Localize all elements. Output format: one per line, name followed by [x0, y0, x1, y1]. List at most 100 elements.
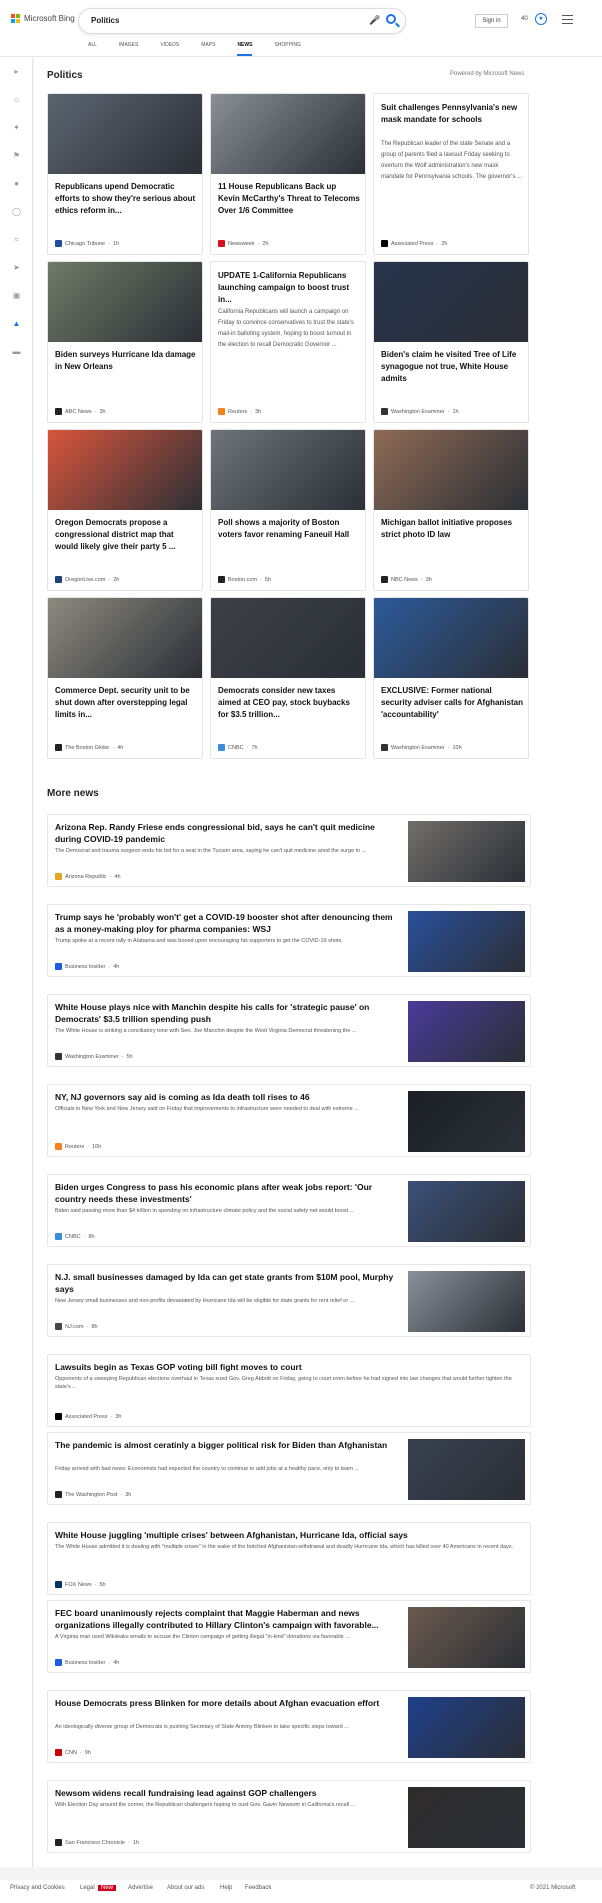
card-title[interactable]: EXCLUSIVE: Former national security advi…: [381, 685, 523, 721]
sparkle-icon[interactable]: ✦: [11, 122, 22, 133]
news-list-item[interactable]: House Democrats press Blinken for more d…: [47, 1690, 531, 1763]
news-list-item[interactable]: Trump says he 'probably won't' get a COV…: [47, 904, 531, 977]
card-title[interactable]: Commerce Dept. security unit to be shut …: [55, 685, 197, 721]
globe-icon[interactable]: ◯: [11, 206, 22, 217]
card-image[interactable]: [48, 94, 202, 174]
item-title[interactable]: Trump says he 'probably won't' get a COV…: [55, 911, 399, 935]
item-title[interactable]: FEC board unanimously rejects complaint …: [55, 1607, 399, 1631]
search-input[interactable]: Politics: [91, 16, 119, 25]
item-thumbnail[interactable]: [408, 1697, 525, 1758]
card-image[interactable]: [374, 430, 528, 510]
item-thumbnail[interactable]: [408, 1607, 525, 1668]
news-list-item[interactable]: Arizona Rep. Randy Friese ends congressi…: [47, 814, 531, 887]
news-list-item[interactable]: White House juggling 'multiple crises' b…: [47, 1522, 531, 1595]
news-list-item[interactable]: Biden urges Congress to pass his economi…: [47, 1174, 531, 1247]
news-card[interactable]: Republicans upend Democratic efforts to …: [47, 93, 203, 255]
tab-videos[interactable]: VIDEOS: [160, 42, 179, 56]
rewards-count[interactable]: 40: [521, 16, 528, 22]
news-card[interactable]: Biden's claim he visited Tree of Life sy…: [373, 261, 529, 423]
expand-arrow-icon[interactable]: ▸: [11, 66, 22, 77]
news-card[interactable]: EXCLUSIVE: Former national security advi…: [373, 597, 529, 759]
news-list-item[interactable]: Lawsuits begin as Texas GOP voting bill …: [47, 1354, 531, 1427]
item-thumbnail[interactable]: [408, 1787, 525, 1848]
item-title[interactable]: Lawsuits begin as Texas GOP voting bill …: [55, 1361, 523, 1373]
card-title[interactable]: Biden surveys Hurricane Ida damage in Ne…: [55, 349, 197, 373]
search-box[interactable]: Politics 🎤: [79, 9, 405, 33]
news-card[interactable]: Poll shows a majority of Boston voters f…: [210, 429, 366, 591]
card-image[interactable]: [48, 430, 202, 510]
news-card[interactable]: Commerce Dept. security unit to be shut …: [47, 597, 203, 759]
news-list-item[interactable]: N.J. small businesses damaged by Ida can…: [47, 1264, 531, 1337]
tab-news[interactable]: NEWS: [237, 42, 253, 56]
card-image[interactable]: [48, 262, 202, 342]
search-icon[interactable]: [386, 14, 396, 24]
card-title[interactable]: Suit challenges Pennsylvania's new mask …: [381, 102, 523, 126]
card-image[interactable]: [211, 94, 365, 174]
footer-link-help[interactable]: Help: [220, 1885, 232, 1891]
item-title[interactable]: N.J. small businesses damaged by Ida can…: [55, 1271, 399, 1295]
item-title[interactable]: Newsom widens recall fundraising lead ag…: [55, 1787, 399, 1799]
news-card[interactable]: Suit challenges Pennsylvania's new mask …: [373, 93, 529, 255]
footer-link-advertise[interactable]: Advertise: [128, 1885, 153, 1891]
item-title[interactable]: House Democrats press Blinken for more d…: [55, 1697, 399, 1709]
news-list-item[interactable]: White House plays nice with Manchin desp…: [47, 994, 531, 1067]
home-icon[interactable]: ⌂: [11, 94, 22, 105]
card-title[interactable]: Michigan ballot initiative proposes stri…: [381, 517, 523, 541]
item-title[interactable]: The pandemic is almost ceratinly a bigge…: [55, 1439, 399, 1451]
item-thumbnail[interactable]: [408, 821, 525, 882]
card-image[interactable]: [211, 598, 365, 678]
footer-link-feedback[interactable]: Feedback: [245, 1885, 271, 1891]
rocket-icon[interactable]: ➤: [11, 262, 22, 273]
item-title[interactable]: Arizona Rep. Randy Friese ends congressi…: [55, 821, 399, 845]
footer-link-legal[interactable]: Legal: [80, 1885, 95, 1891]
news-card[interactable]: Biden surveys Hurricane Ida damage in Ne…: [47, 261, 203, 423]
card-title[interactable]: Biden's claim he visited Tree of Life sy…: [381, 349, 523, 385]
card-image[interactable]: [211, 430, 365, 510]
microphone-icon[interactable]: 🎤: [369, 15, 380, 26]
news-list-item[interactable]: Newsom widens recall fundraising lead ag…: [47, 1780, 531, 1853]
footer-link-privacy[interactable]: Privacy and Cookies: [10, 1885, 65, 1891]
item-title[interactable]: Biden urges Congress to pass his economi…: [55, 1181, 399, 1205]
card-title[interactable]: UPDATE 1-California Republicans launchin…: [218, 270, 360, 306]
news-card[interactable]: 11 House Republicans Back up Kevin McCar…: [210, 93, 366, 255]
card-image[interactable]: [374, 598, 528, 678]
item-thumbnail[interactable]: [408, 1271, 525, 1332]
rewards-icon[interactable]: ★: [535, 13, 547, 25]
news-card[interactable]: Democrats consider new taxes aimed at CE…: [210, 597, 366, 759]
card-title[interactable]: Republicans upend Democratic efforts to …: [55, 181, 197, 217]
card-title[interactable]: Democrats consider new taxes aimed at CE…: [218, 685, 360, 721]
tab-maps[interactable]: MAPS: [201, 42, 215, 56]
entertainment-icon[interactable]: ▣: [11, 290, 22, 301]
item-thumbnail[interactable]: [408, 911, 525, 972]
card-title[interactable]: 11 House Republicans Back up Kevin McCar…: [218, 181, 360, 217]
footer-link-about-ads[interactable]: About our ads: [167, 1885, 204, 1891]
item-thumbnail[interactable]: [408, 1091, 525, 1152]
item-title[interactable]: White House plays nice with Manchin desp…: [55, 1001, 399, 1025]
sign-in-button[interactable]: Sign in: [475, 14, 508, 28]
tab-shopping[interactable]: SHOPPING: [274, 42, 300, 56]
news-card[interactable]: UPDATE 1-California Republicans launchin…: [210, 261, 366, 423]
item-title[interactable]: White House juggling 'multiple crises' b…: [55, 1529, 523, 1541]
item-thumbnail[interactable]: [408, 1439, 525, 1500]
menu-icon[interactable]: [562, 15, 573, 27]
science-icon[interactable]: ≈: [11, 234, 22, 245]
item-title[interactable]: NY, NJ governors say aid is coming as Id…: [55, 1091, 399, 1103]
card-image[interactable]: [48, 598, 202, 678]
news-list-item[interactable]: NY, NJ governors say aid is coming as Id…: [47, 1084, 531, 1157]
flag-icon[interactable]: ⚑: [11, 150, 22, 161]
brand-logo[interactable]: Microsoft Bing: [11, 14, 75, 23]
news-list-item[interactable]: The pandemic is almost ceratinly a bigge…: [47, 1432, 531, 1505]
politics-icon[interactable]: ▲: [11, 318, 22, 329]
card-image[interactable]: [374, 262, 528, 342]
news-list-item[interactable]: FEC board unanimously rejects complaint …: [47, 1600, 531, 1673]
location-icon[interactable]: ●: [11, 178, 22, 189]
card-title[interactable]: Poll shows a majority of Boston voters f…: [218, 517, 360, 541]
tab-images[interactable]: IMAGES: [119, 42, 138, 56]
news-card[interactable]: Oregon Democrats propose a congressional…: [47, 429, 203, 591]
item-thumbnail[interactable]: [408, 1181, 525, 1242]
money-icon[interactable]: ▬: [11, 346, 22, 357]
news-card[interactable]: Michigan ballot initiative proposes stri…: [373, 429, 529, 591]
card-title[interactable]: Oregon Democrats propose a congressional…: [55, 517, 197, 553]
item-thumbnail[interactable]: [408, 1001, 525, 1062]
tab-all[interactable]: ALL: [88, 42, 97, 56]
